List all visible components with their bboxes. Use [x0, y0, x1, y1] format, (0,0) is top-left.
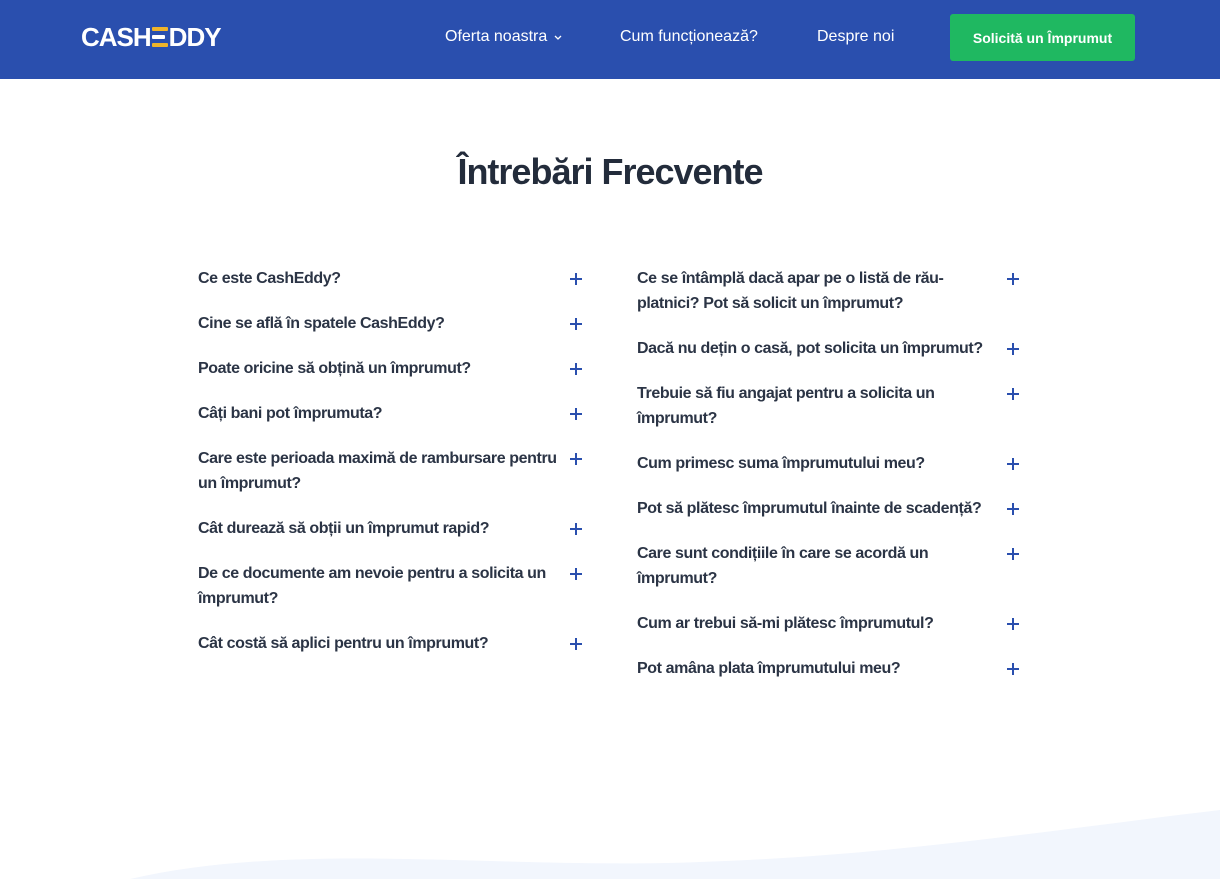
plus-icon[interactable] — [570, 318, 582, 330]
plus-icon[interactable] — [1007, 343, 1019, 355]
faq-item[interactable]: Cine se află în spatele CashEddy? — [198, 311, 584, 336]
nav-how-label: Cum funcționează? — [620, 28, 758, 45]
faq-column-right: Ce se întâmplă dacă apar pe o listă de r… — [637, 266, 1021, 701]
faq-title: Întrebări Frecvente — [457, 151, 763, 192]
faq-question: Poate oricine să obțină un împrumut? — [198, 360, 471, 377]
faq-question: Care este perioada maximă de rambursare … — [198, 450, 557, 492]
faq-question: Dacă nu dețin o casă, pot solicita un îm… — [637, 340, 983, 357]
faq-item[interactable]: Câți bani pot împrumuta? — [198, 401, 584, 426]
faq-item[interactable]: Trebuie să fiu angajat pentru a solicita… — [637, 381, 1021, 431]
faq-question: Ce se întâmplă dacă apar pe o listă de r… — [637, 270, 944, 312]
faq-item[interactable]: Cum ar trebui să-mi plătesc împrumutul? — [637, 611, 1021, 636]
faq-item[interactable]: De ce documente am nevoie pentru a solic… — [198, 561, 584, 611]
faq-item[interactable]: Care este perioada maximă de rambursare … — [198, 446, 584, 496]
faq-item[interactable]: Care sunt condițiile în care se acordă u… — [637, 541, 1021, 591]
site-header: CASH DDY Oferta noastra Cum funcționează… — [0, 0, 1220, 79]
logo[interactable]: CASH DDY — [81, 22, 222, 52]
nav-how-it-works[interactable]: Cum funcționează? — [620, 27, 758, 47]
logo-text-right: DDY — [168, 22, 222, 52]
logo-text-left: CASH — [81, 22, 152, 52]
plus-icon[interactable] — [570, 638, 582, 650]
plus-icon[interactable] — [1007, 548, 1019, 560]
nav-offer-label: Oferta noastra — [445, 28, 548, 45]
plus-icon[interactable] — [1007, 273, 1019, 285]
faq-item[interactable]: Pot amâna plata împrumutului meu? — [637, 656, 1021, 681]
faq-item[interactable]: Pot să plătesc împrumutul înainte de sca… — [637, 496, 1021, 521]
plus-icon[interactable] — [570, 523, 582, 535]
plus-icon[interactable] — [570, 273, 582, 285]
faq-question: Trebuie să fiu angajat pentru a solicita… — [637, 385, 935, 427]
nav-offer[interactable]: Oferta noastra — [445, 27, 563, 47]
faq-question: Cine se află în spatele CashEddy? — [198, 315, 445, 332]
faq-question: Cât costă să aplici pentru un împrumut? — [198, 635, 489, 652]
plus-icon[interactable] — [1007, 618, 1019, 630]
faq-item[interactable]: Dacă nu dețin o casă, pot solicita un îm… — [637, 336, 1021, 361]
chevron-down-icon — [554, 35, 562, 40]
faq-column-left: Ce este CashEddy? Cine se află în spatele… — [198, 266, 584, 676]
faq-item[interactable]: Ce este CashEddy? — [198, 266, 584, 291]
faq-question: Ce este CashEddy? — [198, 270, 341, 287]
faq-question: Pot să plătesc împrumutul înainte de sca… — [637, 500, 982, 517]
faq-item[interactable]: Cât costă să aplici pentru un împrumut? — [198, 631, 584, 656]
faq-question: De ce documente am nevoie pentru a solic… — [198, 565, 546, 607]
faq-item[interactable]: Poate oricine să obțină un împrumut? — [198, 356, 584, 381]
nav-about[interactable]: Despre noi — [817, 27, 894, 47]
plus-icon[interactable] — [570, 408, 582, 420]
plus-icon[interactable] — [1007, 388, 1019, 400]
faq-question: Cum ar trebui să-mi plătesc împrumutul? — [637, 615, 934, 632]
faq-question: Câți bani pot împrumuta? — [198, 405, 383, 422]
logo-e-mark-icon — [151, 27, 168, 47]
faq-item[interactable]: Cum primesc suma împrumutului meu? — [637, 451, 1021, 476]
faq-item[interactable]: Cât durează să obții un împrumut rapid? — [198, 516, 584, 541]
faq-question: Pot amâna plata împrumutului meu? — [637, 660, 901, 677]
plus-icon[interactable] — [570, 453, 582, 465]
nav-about-label: Despre noi — [817, 28, 895, 45]
faq-question: Cum primesc suma împrumutului meu? — [637, 455, 925, 472]
plus-icon[interactable] — [570, 568, 582, 580]
background-wave — [130, 810, 1220, 879]
apply-loan-button[interactable]: Solicită un Împrumut — [950, 14, 1135, 61]
plus-icon[interactable] — [1007, 663, 1019, 675]
plus-icon[interactable] — [1007, 458, 1019, 470]
plus-icon[interactable] — [570, 363, 582, 375]
plus-icon[interactable] — [1007, 503, 1019, 515]
faq-item[interactable]: Ce se întâmplă dacă apar pe o listă de r… — [637, 266, 1021, 316]
faq-question: Cât durează să obții un împrumut rapid? — [198, 520, 490, 537]
faq-question: Care sunt condițiile în care se acordă u… — [637, 545, 929, 587]
